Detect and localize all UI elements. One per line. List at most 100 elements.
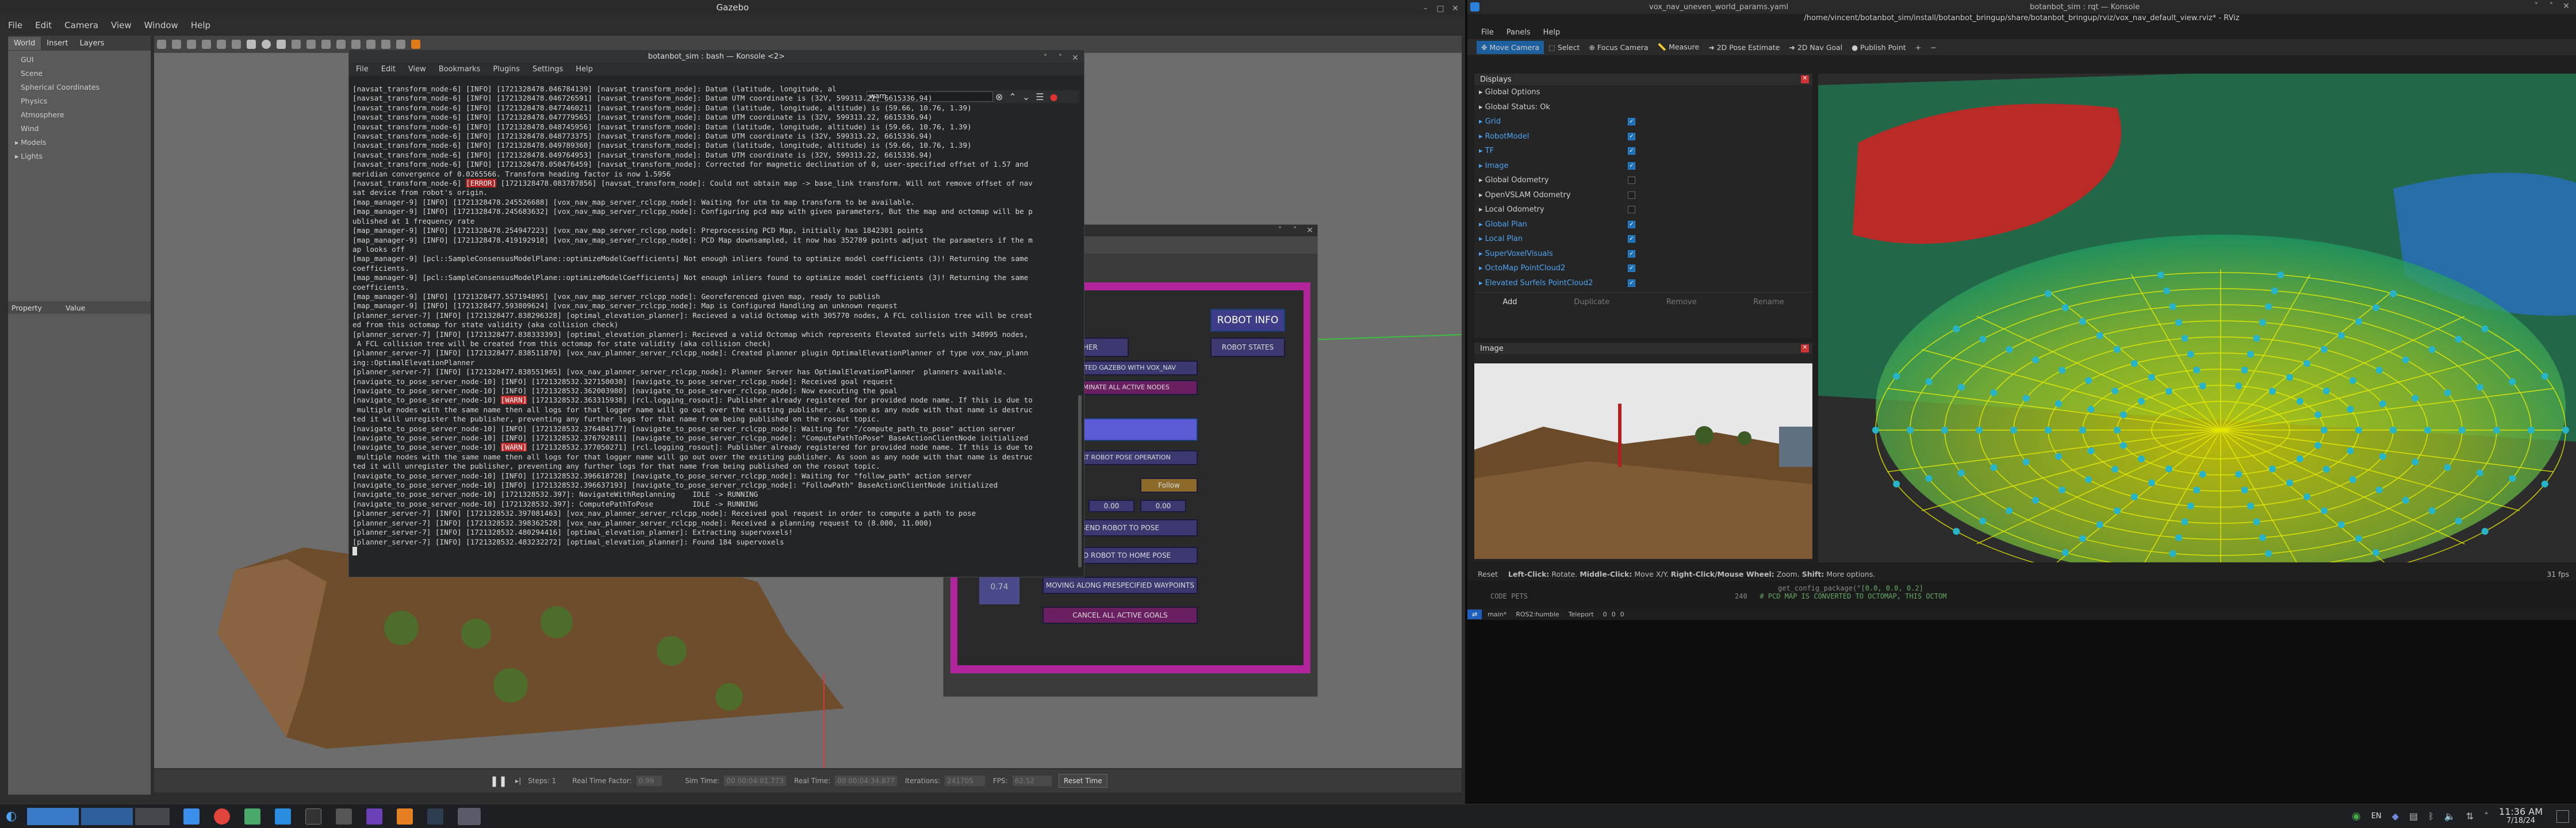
close-icon[interactable]: ✕: [1801, 75, 1809, 83]
menu-window[interactable]: Window: [144, 20, 178, 30]
minimize-icon[interactable]: –: [1421, 5, 1429, 13]
tray-lang[interactable]: EN: [2371, 812, 2382, 821]
add-tool-icon[interactable]: +: [1911, 41, 1926, 54]
tool-select[interactable]: ⬚ Select: [1544, 41, 1584, 54]
tool-publish-point[interactable]: ● Publish Point: [1847, 41, 1910, 54]
rviz-app-icon[interactable]: [458, 807, 481, 825]
pager-desktop-3[interactable]: [135, 807, 170, 825]
menu-settings[interactable]: Settings: [532, 65, 563, 74]
clock-date[interactable]: 7/18/24: [2499, 816, 2543, 826]
menu-help[interactable]: Help: [191, 20, 210, 30]
duplicate-button[interactable]: Duplicate: [1574, 298, 1609, 306]
display-checkbox[interactable]: ✓: [1628, 162, 1635, 170]
snap-icon[interactable]: [381, 40, 390, 49]
tree-item-atmosphere[interactable]: Atmosphere: [15, 108, 144, 122]
tray-status-icon[interactable]: ◉: [2352, 810, 2361, 822]
file-manager-icon[interactable]: [183, 808, 200, 825]
remote-icon[interactable]: ⇄: [1467, 609, 1482, 619]
display-item[interactable]: ▸ Global Plan ✓: [1479, 217, 1808, 232]
maximize-icon[interactable]: ˄: [1291, 227, 1299, 235]
display-item[interactable]: ▸ RobotModel ✓: [1479, 129, 1808, 144]
info-count[interactable]: 0: [1620, 611, 1624, 618]
rename-button[interactable]: Rename: [1753, 298, 1784, 306]
remove-button[interactable]: Remove: [1666, 298, 1697, 306]
maximize-icon[interactable]: ˄: [1056, 54, 1064, 62]
menu-edit[interactable]: Edit: [381, 65, 396, 74]
menu-file[interactable]: File: [8, 20, 22, 30]
maximize-icon[interactable]: ˄: [2547, 2, 2555, 10]
robot-states-button[interactable]: ROBOT STATES: [1210, 338, 1285, 357]
vscode-icon[interactable]: [275, 808, 292, 825]
follow-button[interactable]: Follow: [1140, 478, 1198, 493]
tool-nav-goal[interactable]: ➜ 2D Nav Goal: [1784, 41, 1847, 54]
tree-item-models[interactable]: ▸ Models: [15, 136, 144, 150]
branch-status[interactable]: main*: [1488, 611, 1506, 618]
terminal-scrollbar[interactable]: [1078, 395, 1082, 568]
cylinder-shape-icon[interactable]: [277, 40, 286, 49]
display-item[interactable]: ▸ Elevated Surfels PointCloud2 ✓: [1479, 276, 1808, 291]
show-desktop-icon[interactable]: [2556, 810, 2569, 823]
terminal-app-icon[interactable]: [305, 808, 322, 825]
menu-edit[interactable]: Edit: [35, 20, 52, 30]
chrome-icon[interactable]: [214, 808, 231, 825]
menu-help[interactable]: Help: [576, 65, 593, 74]
tab-params[interactable]: vox_nav_uneven_world_params.yaml: [1649, 3, 1788, 12]
display-checkbox[interactable]: [1628, 191, 1635, 199]
display-checkbox[interactable]: [1628, 177, 1635, 185]
errors-count[interactable]: 0: [1603, 611, 1607, 618]
displays-tree[interactable]: ▸ Global Options ▸ Global Status: Ok ▸ Gri…: [1474, 85, 1812, 292]
pager-desktop-1[interactable]: [27, 807, 79, 825]
display-item[interactable]: ▸ OpenVSLAM Odometry: [1479, 188, 1808, 203]
rviz-3d-view[interactable]: [1818, 74, 2576, 562]
display-item[interactable]: ▸ TF ✓: [1479, 144, 1808, 159]
display-item[interactable]: ▸ Local Plan ✓: [1479, 232, 1808, 247]
menu-file[interactable]: File: [1481, 28, 1494, 37]
display-checkbox[interactable]: ✓: [1628, 235, 1635, 243]
paste-icon[interactable]: [351, 40, 361, 49]
value-box-1[interactable]: 0.00: [1088, 500, 1134, 512]
add-button[interactable]: Add: [1502, 298, 1517, 306]
terminal-output[interactable]: [navsat_transform_node-6] [INFO] [172132…: [352, 85, 1076, 568]
tree-item-physics[interactable]: Physics: [15, 94, 144, 108]
redo-icon[interactable]: [232, 40, 241, 49]
maximize-icon[interactable]: □: [1436, 5, 1444, 13]
tree-item-gui[interactable]: GUI: [15, 53, 144, 67]
menu-view[interactable]: View: [408, 65, 426, 74]
tray-expand-icon[interactable]: ˄: [2484, 811, 2489, 822]
menu-plugins[interactable]: Plugins: [493, 65, 520, 74]
pause-icon[interactable]: ❚❚: [490, 775, 507, 787]
close-icon[interactable]: ✕: [1071, 54, 1079, 62]
tool-pose-estimate[interactable]: ➜ 2D Pose Estimate: [1704, 41, 1784, 54]
tray-bluetooth-icon[interactable]: ᛒ: [2428, 811, 2434, 822]
close-icon[interactable]: ✕: [1801, 344, 1809, 352]
tool-measure[interactable]: 📏 Measure: [1653, 40, 1704, 54]
grid-app-icon[interactable]: [336, 808, 352, 825]
warnings-count[interactable]: 0: [1612, 611, 1616, 618]
display-checkbox[interactable]: ✓: [1628, 147, 1635, 155]
tray-clipboard-icon[interactable]: ▤: [2409, 811, 2418, 822]
translate-tool-icon[interactable]: [172, 40, 181, 49]
remove-tool-icon[interactable]: −: [1926, 41, 1941, 54]
tool-move-camera[interactable]: ✥ Move Camera: [1477, 40, 1544, 54]
clock-time[interactable]: 11:36 AM: [2499, 807, 2543, 816]
point-light-icon[interactable]: [292, 40, 301, 49]
tree-item-lights[interactable]: ▸ Lights: [15, 150, 144, 163]
display-item[interactable]: ▸ Global Odometry: [1479, 173, 1808, 188]
tray-volume-icon[interactable]: 🔈: [2444, 811, 2456, 822]
minimize-icon[interactable]: ˅: [1041, 54, 1049, 62]
display-checkbox[interactable]: ✓: [1628, 220, 1635, 228]
menu-view[interactable]: View: [111, 20, 132, 30]
spot-light-icon[interactable]: [306, 40, 316, 49]
box-shape-icon[interactable]: [247, 40, 256, 49]
minimize-icon[interactable]: ˅: [2532, 2, 2540, 10]
app-launcher-icon[interactable]: ◐: [6, 809, 17, 823]
display-item[interactable]: ▸ Image ✓: [1479, 159, 1808, 174]
directional-light-icon[interactable]: [321, 40, 331, 49]
menu-bookmarks[interactable]: Bookmarks: [439, 65, 481, 74]
close-icon[interactable]: ✕: [1451, 5, 1459, 13]
sphere-shape-icon[interactable]: [262, 40, 271, 49]
tab-layers[interactable]: Layers: [74, 37, 110, 50]
display-item[interactable]: ▸ OctoMap PointCloud2 ✓: [1479, 261, 1808, 276]
reset-button[interactable]: Reset: [1474, 569, 1501, 580]
display-checkbox[interactable]: ✓: [1628, 264, 1635, 273]
